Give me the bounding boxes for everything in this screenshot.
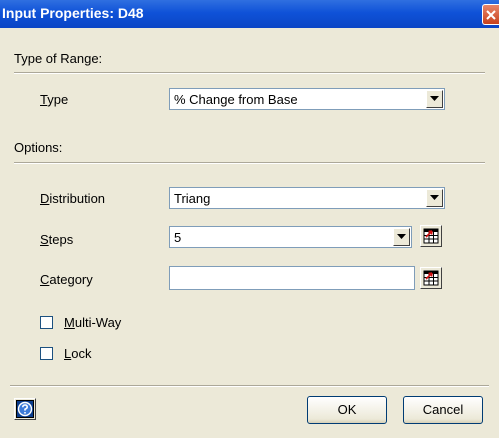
type-of-range-heading: Type of Range: bbox=[14, 51, 103, 66]
distribution-dropdown-button[interactable] bbox=[426, 189, 443, 207]
multi-way-checkbox[interactable] bbox=[40, 316, 53, 329]
multi-way-label-accel: M bbox=[64, 315, 75, 330]
dialog-body: Type of Range: Type % Change from Base O… bbox=[0, 28, 499, 438]
footer-divider bbox=[10, 385, 489, 387]
steps-label-accel: S bbox=[40, 232, 49, 247]
multi-way-label-rest: ulti-Way bbox=[74, 315, 122, 330]
steps-label: Steps bbox=[40, 232, 73, 247]
steps-label-rest: teps bbox=[48, 232, 74, 247]
distribution-label: Distribution bbox=[40, 191, 105, 206]
type-dropdown-button[interactable] bbox=[426, 90, 443, 108]
type-label: Type bbox=[40, 92, 68, 107]
close-icon bbox=[486, 10, 496, 20]
steps-select-value: 5 bbox=[174, 230, 182, 245]
lock-label: Lock bbox=[64, 346, 91, 361]
category-reference-button[interactable] bbox=[420, 267, 442, 289]
type-label-rest: ype bbox=[47, 92, 69, 107]
steps-dropdown-button[interactable] bbox=[393, 228, 410, 246]
category-input[interactable] bbox=[169, 266, 415, 290]
distribution-label-accel: D bbox=[40, 191, 50, 206]
cell-reference-icon bbox=[423, 270, 439, 286]
category-label: Category bbox=[40, 272, 93, 287]
cell-reference-icon bbox=[423, 228, 439, 244]
distribution-label-rest: istribution bbox=[49, 191, 106, 206]
multi-way-label: Multi-Way bbox=[64, 315, 121, 330]
distribution-select[interactable]: Triang bbox=[169, 187, 445, 209]
steps-reference-button[interactable] bbox=[420, 225, 442, 247]
cancel-button[interactable]: Cancel bbox=[403, 396, 483, 424]
chevron-down-icon bbox=[430, 96, 439, 101]
category-label-rest: ategory bbox=[49, 272, 93, 287]
options-divider bbox=[14, 162, 485, 164]
lock-label-rest: ock bbox=[71, 346, 92, 361]
close-button[interactable] bbox=[482, 4, 499, 25]
type-select-value: % Change from Base bbox=[174, 92, 298, 107]
help-button[interactable] bbox=[14, 398, 36, 420]
options-heading: Options: bbox=[14, 140, 63, 155]
lock-checkbox[interactable] bbox=[40, 347, 53, 360]
ok-button[interactable]: OK bbox=[307, 396, 387, 424]
title-bar[interactable]: Input Properties: D48 bbox=[0, 0, 499, 28]
type-of-range-divider bbox=[14, 72, 485, 74]
type-select[interactable]: % Change from Base bbox=[169, 88, 445, 110]
steps-select[interactable]: 5 bbox=[169, 226, 412, 248]
window-title: Input Properties: D48 bbox=[2, 5, 144, 21]
chevron-down-icon bbox=[430, 195, 439, 200]
distribution-select-value: Triang bbox=[174, 191, 211, 206]
chevron-down-icon bbox=[397, 234, 406, 239]
category-label-accel: C bbox=[40, 272, 50, 287]
help-icon bbox=[16, 400, 34, 418]
